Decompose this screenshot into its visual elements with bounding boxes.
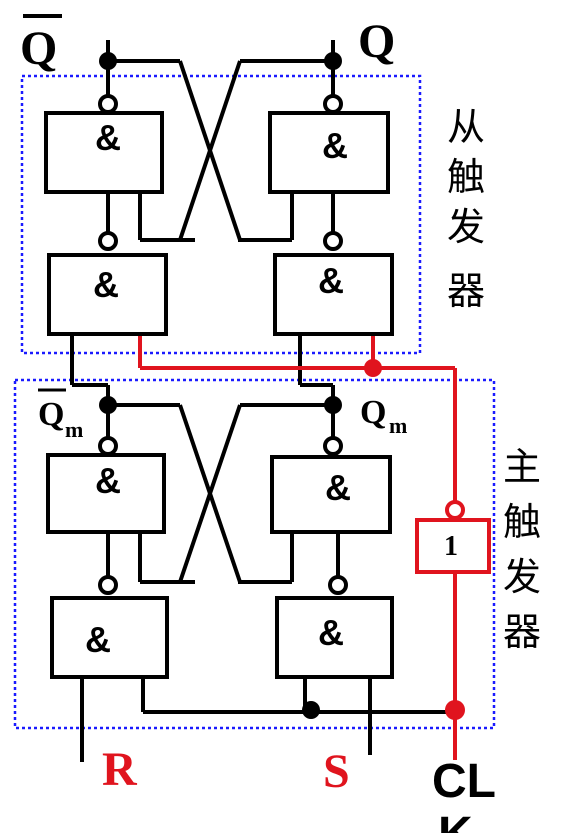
svg-text:&: & — [318, 612, 344, 653]
svg-text:器: 器 — [503, 610, 541, 654]
master-section-label: 主 触 发 器 — [503, 445, 541, 654]
clock-wires — [138, 334, 457, 760]
r-input-label: R — [102, 743, 138, 796]
clk-label-line1: CL — [432, 755, 496, 808]
svg-text:&: & — [318, 260, 344, 301]
gate-symbols: & & & & & & & & — [85, 117, 351, 660]
svg-text:器: 器 — [447, 269, 485, 313]
svg-text:触: 触 — [447, 155, 485, 199]
clock-bubble — [445, 500, 465, 520]
flip-flop-diagram: & & & & & & & & 1 Q Q Q m Q m R S CL K 从… — [0, 0, 581, 833]
slave-section-label: 从 触 发 器 — [447, 105, 485, 313]
qm-bar-subscript: m — [65, 417, 83, 442]
svg-text:发: 发 — [503, 555, 541, 599]
qm-subscript: m — [389, 413, 407, 438]
q-label: Q — [358, 15, 395, 68]
clk-label-line2: K — [438, 808, 473, 833]
svg-text:&: & — [95, 117, 121, 158]
svg-text:&: & — [325, 467, 351, 508]
svg-text:&: & — [322, 125, 348, 166]
svg-text:从: 从 — [447, 105, 485, 149]
svg-text:发: 发 — [447, 205, 485, 249]
svg-text:&: & — [95, 460, 121, 501]
svg-text:&: & — [93, 264, 119, 305]
qm-bar-label: Q — [38, 396, 64, 433]
q-bar-label: Q — [20, 22, 57, 75]
svg-text:触: 触 — [503, 500, 541, 544]
svg-text:&: & — [85, 619, 111, 660]
s-input-label: S — [323, 745, 350, 798]
inverter-label: 1 — [444, 531, 458, 562]
svg-text:主: 主 — [503, 445, 541, 489]
circuit-svg: & & & & & & & & 1 Q Q Q m Q m R S CL K 从… — [13, 14, 541, 833]
qm-label: Q — [360, 394, 386, 431]
